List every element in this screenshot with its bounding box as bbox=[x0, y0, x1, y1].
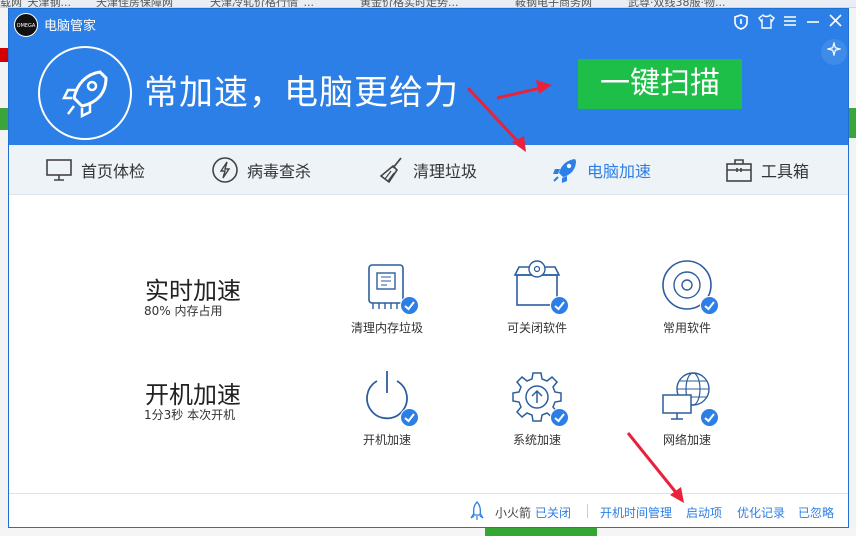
small-rocket-icon bbox=[470, 501, 484, 520]
startup-items-link[interactable]: 启动项 bbox=[686, 504, 722, 521]
boot-time: 1分3秒 本次开机 bbox=[144, 408, 236, 422]
background-tab: 武尊·双线38服·物... bbox=[628, 0, 726, 8]
app-logo: OMEGA bbox=[14, 13, 38, 37]
checked-icon bbox=[400, 296, 419, 315]
item-label: 常用软件 bbox=[662, 321, 711, 335]
item-boot-speedup[interactable]: 开机加速 bbox=[332, 369, 442, 448]
background-page-right bbox=[849, 8, 856, 536]
tab-label: 首页体检 bbox=[81, 162, 146, 181]
one-click-scan-button[interactable]: 一键扫描 bbox=[578, 59, 742, 109]
item-clean-memory[interactable]: 清理内存垃圾 bbox=[332, 257, 442, 336]
section-title-boot: 开机加速 bbox=[145, 381, 241, 409]
tab-toolbox[interactable]: 工具箱 bbox=[725, 145, 809, 195]
tab-label: 电脑加速 bbox=[587, 162, 652, 181]
header: OMEGA 电脑管家 常加速，电脑更给力 一键扫描 bbox=[9, 9, 848, 145]
rocket-badge-icon bbox=[38, 46, 132, 140]
minimize-icon[interactable] bbox=[804, 14, 822, 32]
item-closable-software[interactable]: 可关闭软件 bbox=[482, 257, 592, 336]
background-tab: 天津佳房保障网 bbox=[96, 0, 173, 8]
item-label: 系统加速 bbox=[512, 433, 561, 447]
monitor-icon bbox=[46, 159, 72, 181]
item-system-speedup[interactable]: 系统加速 bbox=[482, 369, 592, 448]
ignored-items-link[interactable]: 已忽略 bbox=[798, 504, 834, 521]
item-label: 清理内存垃圾 bbox=[350, 321, 423, 335]
shirt-icon[interactable] bbox=[757, 13, 775, 32]
menu-icon[interactable] bbox=[781, 14, 799, 32]
rocket-label: 小火箭 bbox=[495, 506, 532, 520]
item-label: 开机加速 bbox=[362, 433, 411, 447]
background-tab: 载网_天津钢... bbox=[0, 0, 71, 8]
rocket-icon bbox=[553, 159, 576, 183]
rocket-status-link[interactable]: 已关闭 bbox=[535, 504, 571, 521]
app-title: 电脑管家 bbox=[44, 19, 97, 34]
tab-label: 清理垃圾 bbox=[413, 162, 478, 181]
divider bbox=[587, 504, 588, 518]
checked-icon bbox=[700, 408, 719, 427]
item-common-software[interactable]: 常用软件 bbox=[632, 257, 742, 336]
tab-label: 工具箱 bbox=[761, 162, 810, 181]
tab-label: 病毒查杀 bbox=[247, 162, 312, 181]
checked-icon bbox=[550, 408, 569, 427]
background-tab: 天津冷轧价格行情_... bbox=[210, 0, 314, 8]
tab-virus-scan[interactable]: 病毒查杀 bbox=[211, 145, 311, 195]
background-browser-tabs: 载网_天津钢... 天津佳房保障网 天津冷轧价格行情_... 黄金价格实时走势.… bbox=[0, 0, 856, 8]
checked-icon bbox=[550, 296, 569, 315]
main-tabs: 首页体检 病毒查杀 清理垃圾 电脑加速 工具箱 bbox=[9, 145, 848, 195]
background-page-left bbox=[0, 8, 8, 536]
shield-icon[interactable] bbox=[732, 14, 750, 32]
background-tab: 鞍钢电子商务网 bbox=[515, 0, 592, 8]
lightning-icon bbox=[212, 157, 238, 183]
tab-pc-speedup[interactable]: 电脑加速 bbox=[551, 145, 651, 195]
section-title-realtime: 实时加速 bbox=[145, 277, 241, 305]
hero-slogan: 常加速，电脑更给力 bbox=[144, 73, 459, 113]
broom-icon bbox=[379, 157, 402, 184]
background-page-bottom bbox=[0, 528, 856, 536]
item-label: 网络加速 bbox=[662, 433, 711, 447]
tab-home-checkup[interactable]: 首页体检 bbox=[45, 145, 145, 195]
sparkle-icon[interactable] bbox=[821, 39, 847, 65]
checked-icon bbox=[400, 408, 419, 427]
boot-time-management-link[interactable]: 开机时间管理 bbox=[600, 504, 672, 521]
item-label: 可关闭软件 bbox=[506, 321, 567, 335]
footer-bar: 小火箭 已关闭 开机时间管理 启动项 优化记录 已忽略 bbox=[9, 493, 848, 527]
checked-icon bbox=[700, 296, 719, 315]
item-network-speedup[interactable]: 网络加速 bbox=[632, 369, 742, 448]
close-icon[interactable] bbox=[826, 14, 844, 32]
tab-clean-junk[interactable]: 清理垃圾 bbox=[379, 145, 477, 195]
memory-usage: 80% 内存占用 bbox=[144, 304, 223, 318]
optimization-history-link[interactable]: 优化记录 bbox=[737, 504, 785, 521]
toolbox-icon bbox=[726, 159, 752, 182]
background-tab: 黄金价格实时走势... bbox=[360, 0, 459, 8]
pc-manager-window: OMEGA 电脑管家 常加速，电脑更给力 一键扫描 首页体检 病毒查杀 清理垃圾… bbox=[8, 8, 849, 528]
